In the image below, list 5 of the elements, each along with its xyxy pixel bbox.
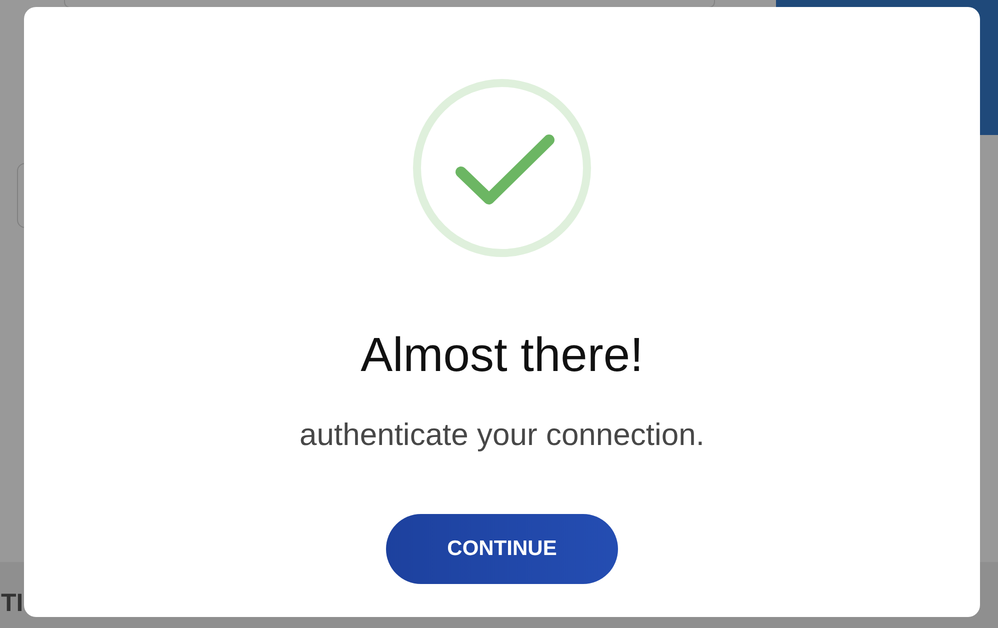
dialog-title: Almost there! bbox=[360, 328, 644, 384]
dialog-message: authenticate your connection. bbox=[300, 416, 704, 453]
continue-button[interactable]: CONTINUE bbox=[386, 514, 618, 584]
section-heading: TI bbox=[1, 591, 24, 616]
check-circle-icon bbox=[412, 78, 592, 258]
